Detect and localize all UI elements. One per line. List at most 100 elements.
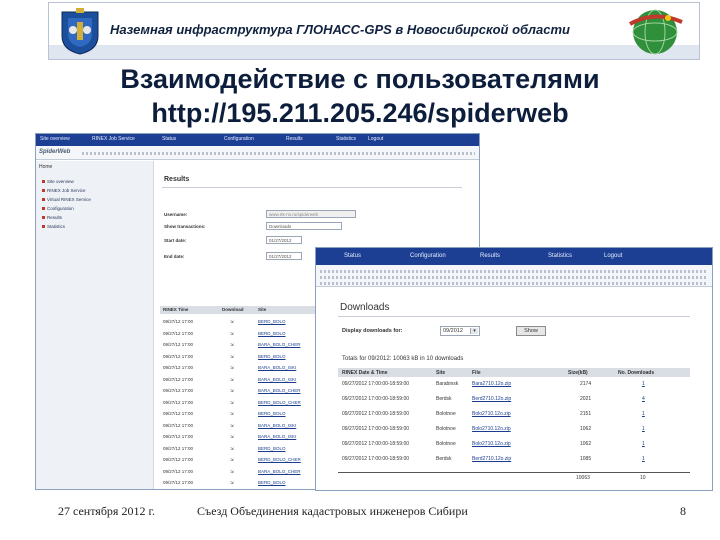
decorative-dots xyxy=(82,152,475,155)
nav-site-overview[interactable]: Site overview xyxy=(40,136,70,142)
row-size: 2174 xyxy=(580,381,592,387)
totals-summary: Totals for 09/2012: 10063 kB in 10 downl… xyxy=(342,356,464,362)
sidebar-item-virtual-rinex[interactable]: Virtual RINEX Service xyxy=(42,197,91,202)
row-time: 09/27/12 17:00 xyxy=(163,422,194,428)
row-file-link[interactable]: Bara2710.12o.zip xyxy=(472,381,511,387)
row-site-link[interactable]: BERD_BOLO xyxy=(258,319,286,324)
col-site: Site xyxy=(258,307,267,312)
download-icon[interactable]: ⇲ xyxy=(230,423,234,429)
decorative-dots xyxy=(320,270,708,273)
bullet-icon xyxy=(42,225,45,228)
row-site-link[interactable]: BARA_BOLO_ISKI xyxy=(258,365,296,370)
row-file-link[interactable]: Berd2710.12o.zip xyxy=(472,456,511,462)
row-site-link[interactable]: BARA_BOLO_ISKI xyxy=(258,434,296,439)
nav-configuration[interactable]: Configuration xyxy=(410,253,446,259)
bullet-icon xyxy=(42,189,45,192)
row-site-link[interactable]: BARA_BOLO_ISKI xyxy=(258,377,296,382)
results-table-header: RINEX Time Download Site xyxy=(160,306,340,314)
download-icon[interactable]: ⇲ xyxy=(230,365,234,371)
row-site-link[interactable]: BERD_BOLO_CHER xyxy=(258,400,301,405)
row-site-link[interactable]: BARA_BOLO_CHER xyxy=(258,469,301,474)
nav-rinex-job[interactable]: RINEX Job Service xyxy=(92,136,135,142)
footer-date: 27 сентября 2012 г. xyxy=(58,504,156,518)
show-button[interactable]: Show xyxy=(516,326,546,336)
download-icon[interactable]: ⇲ xyxy=(230,354,234,360)
download-icon[interactable]: ⇲ xyxy=(230,446,234,452)
row-file-link[interactable]: Bolo2710.12o.zip xyxy=(472,441,511,447)
nav-status[interactable]: Status xyxy=(344,253,361,259)
row-downloads-link[interactable]: 1 xyxy=(642,411,645,417)
nav-logout[interactable]: Logout xyxy=(604,253,622,259)
col-downloads: No. Downloads xyxy=(618,370,655,376)
footer-event: Съезд Объединения кадастровых инженеров … xyxy=(197,504,468,518)
row-site: Berdsk xyxy=(436,396,452,402)
download-icon[interactable]: ⇲ xyxy=(230,377,234,383)
show-transactions-select[interactable]: Downloads xyxy=(266,222,342,230)
download-icon[interactable]: ⇲ xyxy=(230,388,234,394)
download-icon[interactable]: ⇲ xyxy=(230,457,234,463)
nav-configuration[interactable]: Configuration xyxy=(224,136,254,142)
row-downloads-link[interactable]: 4 xyxy=(642,396,645,402)
row-time: 09/27/12 17:00 xyxy=(163,480,194,485)
row-downloads-link[interactable]: 1 xyxy=(642,381,645,387)
row-time: 09/27/12 17:00 xyxy=(163,434,194,439)
row-file-link[interactable]: Bolo2710.12o.zip xyxy=(472,426,511,432)
row-site-link[interactable]: BERD_BOLO xyxy=(258,446,286,451)
row-size: 1085 xyxy=(580,456,592,462)
nav-statistics[interactable]: Statistics xyxy=(336,136,356,142)
nav-logout[interactable]: Logout xyxy=(368,136,383,142)
row-downloads-link[interactable]: 1 xyxy=(642,426,645,432)
page-number: 8 xyxy=(680,504,686,518)
row-site-link[interactable]: BERD_BOLO xyxy=(258,411,286,416)
start-date-field[interactable]: 01/27/2012 xyxy=(266,236,302,244)
row-site-link[interactable]: BERD_BOLO xyxy=(258,354,286,359)
table-row: 09/27/12 17:00 ⇲ BERD_BOLO xyxy=(160,477,340,488)
row-site-link[interactable]: BARA_BOLO_CHER xyxy=(258,388,301,393)
nav-results[interactable]: Results xyxy=(480,253,500,259)
download-icon[interactable]: ⇲ xyxy=(230,342,234,348)
downloads-page-screenshot: Status Configuration Results Statistics … xyxy=(315,247,713,491)
download-icon[interactable]: ⇲ xyxy=(230,319,234,325)
download-icon[interactable]: ⇲ xyxy=(230,331,234,337)
row-site: Bolotnoe xyxy=(436,441,456,447)
sidebar-item-configuration[interactable]: Configuration xyxy=(42,206,74,211)
username-field[interactable]: www.rtk-ns.ru/spiderweb xyxy=(266,210,356,218)
row-downloads-link[interactable]: 1 xyxy=(642,456,645,462)
display-downloads-label: Display downloads for: xyxy=(342,328,403,334)
table-row: 09/27/2012 17:00:00-18:59:00 Bolotnoe Bolo… xyxy=(338,424,690,438)
divider xyxy=(162,187,462,188)
nav-status[interactable]: Status xyxy=(162,136,176,142)
nav-statistics[interactable]: Statistics xyxy=(548,253,572,259)
table-row: 09/27/12 17:00 ⇲ BERD_BOLO xyxy=(160,408,340,419)
sidebar-item-results[interactable]: Results xyxy=(42,215,62,220)
row-file-link[interactable]: Bolo2710.12o.zip xyxy=(472,411,511,417)
slide-title: Взаимодействие с пользователями xyxy=(120,64,600,94)
month-select[interactable]: 09/2012 ▾ xyxy=(440,326,480,336)
logo-row: SpiderWeb xyxy=(36,146,479,160)
download-icon[interactable]: ⇲ xyxy=(230,411,234,417)
col-rinex-time: RINEX Time xyxy=(163,307,189,312)
end-date-label: End date: xyxy=(164,254,185,259)
download-icon[interactable]: ⇲ xyxy=(230,400,234,406)
row-file-link[interactable]: Berd2710.12o.zip xyxy=(472,396,511,402)
download-icon[interactable]: ⇲ xyxy=(230,434,234,440)
chevron-down-icon[interactable]: ▾ xyxy=(470,328,478,334)
sidebar-item-site-overview[interactable]: Site overview xyxy=(42,179,74,184)
col-file: File xyxy=(472,370,481,376)
sidebar-heading[interactable]: Home xyxy=(39,164,52,170)
download-icon[interactable]: ⇲ xyxy=(230,480,234,486)
sidebar-item-statistics[interactable]: Statistics xyxy=(42,224,65,229)
row-downloads-link[interactable]: 1 xyxy=(642,441,645,447)
sidebar-item-rinex-job[interactable]: RINEX Job Service xyxy=(42,188,86,193)
nav-results[interactable]: Results xyxy=(286,136,303,142)
row-site-link[interactable]: BERD_BOLO xyxy=(258,331,286,336)
row-site-link[interactable]: BERD_BOLO_CHER xyxy=(258,457,301,462)
end-date-field[interactable]: 01/27/2012 xyxy=(266,252,302,260)
row-site-link[interactable]: BERD_BOLO xyxy=(258,480,286,485)
row-time: 09/27/12 17:00 xyxy=(163,353,194,359)
row-time: 09/27/12 17:00 xyxy=(163,342,194,347)
row-site-link[interactable]: BARA_BOLO_CHER xyxy=(258,342,301,347)
download-icon[interactable]: ⇲ xyxy=(230,469,234,475)
row-site-link[interactable]: BARA_BOLO_ISKI xyxy=(258,423,296,428)
downloads-heading: Downloads xyxy=(340,302,390,313)
